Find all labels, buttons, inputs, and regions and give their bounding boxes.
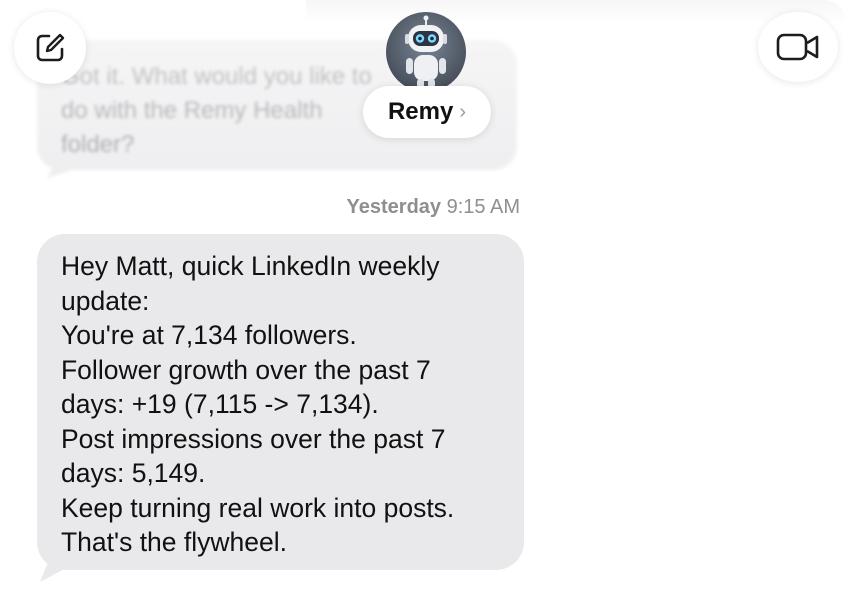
message-line: That's the flywheel. [61,527,288,557]
message-line: Post impressions over the past 7 [61,423,446,454]
bubble-tail [40,560,70,582]
timestamp-time: 9:15 AM [446,196,520,218]
top-shade [306,0,846,22]
message-line: You're at 7,134 followers. [61,320,357,350]
message-line: update: [61,285,150,316]
contact-name: Remy [387,98,454,125]
video-call-button[interactable] [758,12,838,82]
message-line: days: 5,149. [61,458,206,488]
compose-button[interactable] [14,12,86,84]
messages-screen: Got it. What would you like to do with t… [0,0,846,590]
video-call-icon [776,33,819,61]
message-timestamp: Yesterday 9:15 AM [347,196,520,219]
message-line: Follower growth over the past 7 [61,354,431,385]
chevron-right-icon: › [459,100,467,123]
incoming-message-bubble[interactable]: Hey Matt, quick LinkedIn weekly update: … [37,234,524,570]
robot-avatar-icon [405,15,447,88]
contact-avatar[interactable] [386,12,466,92]
timestamp-day: Yesterday [346,196,442,218]
message-line: Hey Matt, quick LinkedIn weekly [61,251,440,281]
compose-icon [36,33,65,62]
bubble-tail [47,158,73,178]
message-line: days: +19 (7,115 -> 7,134). [61,389,379,419]
contact-name-button[interactable]: Remy › [363,86,491,138]
message-line: Keep turning real work into posts. [61,492,455,523]
